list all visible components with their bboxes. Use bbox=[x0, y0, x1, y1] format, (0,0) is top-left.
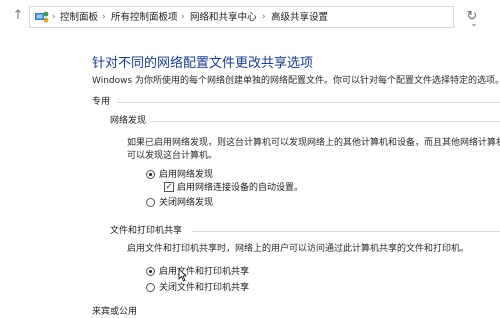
network-discovery-description-cont: 可以发现这台计算机。 bbox=[127, 151, 218, 161]
breadcrumb-separator: › bbox=[52, 12, 56, 22]
address-bar-row: ↑ › 控制面板 › 所有控制面板项 › 网络和共享中心 › 高级共享设置 ⌄ … bbox=[0, 0, 500, 34]
breadcrumb-separator: › bbox=[102, 12, 106, 22]
mouse-cursor-icon bbox=[178, 268, 187, 282]
divider bbox=[150, 121, 500, 122]
network-discovery-heading: 网络发现 bbox=[110, 116, 147, 126]
address-bar[interactable]: › 控制面板 › 所有控制面板项 › 网络和共享中心 › 高级共享设置 ⌄ bbox=[29, 6, 478, 29]
divider bbox=[192, 231, 500, 232]
option-label: 启用文件和打印机共享 bbox=[159, 267, 250, 277]
page-description: Windows 为你所使用的每个网络创建单独的网络配置文件。你可以针对每个配置文… bbox=[92, 76, 500, 86]
breadcrumb-all-items[interactable]: 所有控制面板项 bbox=[111, 11, 178, 24]
page-title: 针对不同的网络配置文件更改共享选项 bbox=[92, 56, 314, 71]
radio-selected-icon[interactable] bbox=[146, 267, 155, 276]
breadcrumb-network-center[interactable]: 网络和共享中心 bbox=[190, 11, 257, 24]
file-printer-sharing-heading: 文件和打印机共享 bbox=[110, 226, 183, 236]
profile-heading-private[interactable]: 专用 bbox=[92, 96, 110, 108]
breadcrumb-separator: › bbox=[181, 12, 185, 22]
radio-selected-icon[interactable] bbox=[146, 170, 155, 179]
option-label: 启用网络连接设备的自动设置。 bbox=[177, 183, 304, 193]
profile-heading-guest-public[interactable]: 来宾或公用 bbox=[92, 306, 137, 318]
refresh-icon[interactable]: ↻ bbox=[462, 7, 482, 27]
divider bbox=[116, 102, 500, 103]
control-panel-icon bbox=[35, 11, 49, 23]
option-label: 启用网络发现 bbox=[159, 170, 214, 180]
option-label: 关闭文件和打印机共享 bbox=[159, 283, 250, 293]
up-arrow-icon[interactable]: ↑ bbox=[10, 7, 26, 25]
breadcrumb-control-panel[interactable]: 控制面板 bbox=[60, 11, 98, 24]
radio-unselected-icon[interactable] bbox=[146, 198, 155, 207]
option-label: 关闭网络发现 bbox=[159, 198, 214, 208]
radio-unselected-icon[interactable] bbox=[146, 283, 155, 292]
breadcrumb-separator: › bbox=[262, 12, 266, 22]
breadcrumb-advanced-sharing[interactable]: 高级共享设置 bbox=[271, 11, 328, 24]
network-discovery-description: 如果已启用网络发现，则这台计算机可以发现网络上的其他计算机和设备，而且其他网络计… bbox=[127, 138, 500, 148]
checkbox-checked-icon[interactable]: ✓ bbox=[164, 182, 174, 192]
file-printer-sharing-description: 启用文件和打印机共享时，网络上的用户可以访问通过此计算机共享的文件和打印机。 bbox=[127, 244, 470, 254]
